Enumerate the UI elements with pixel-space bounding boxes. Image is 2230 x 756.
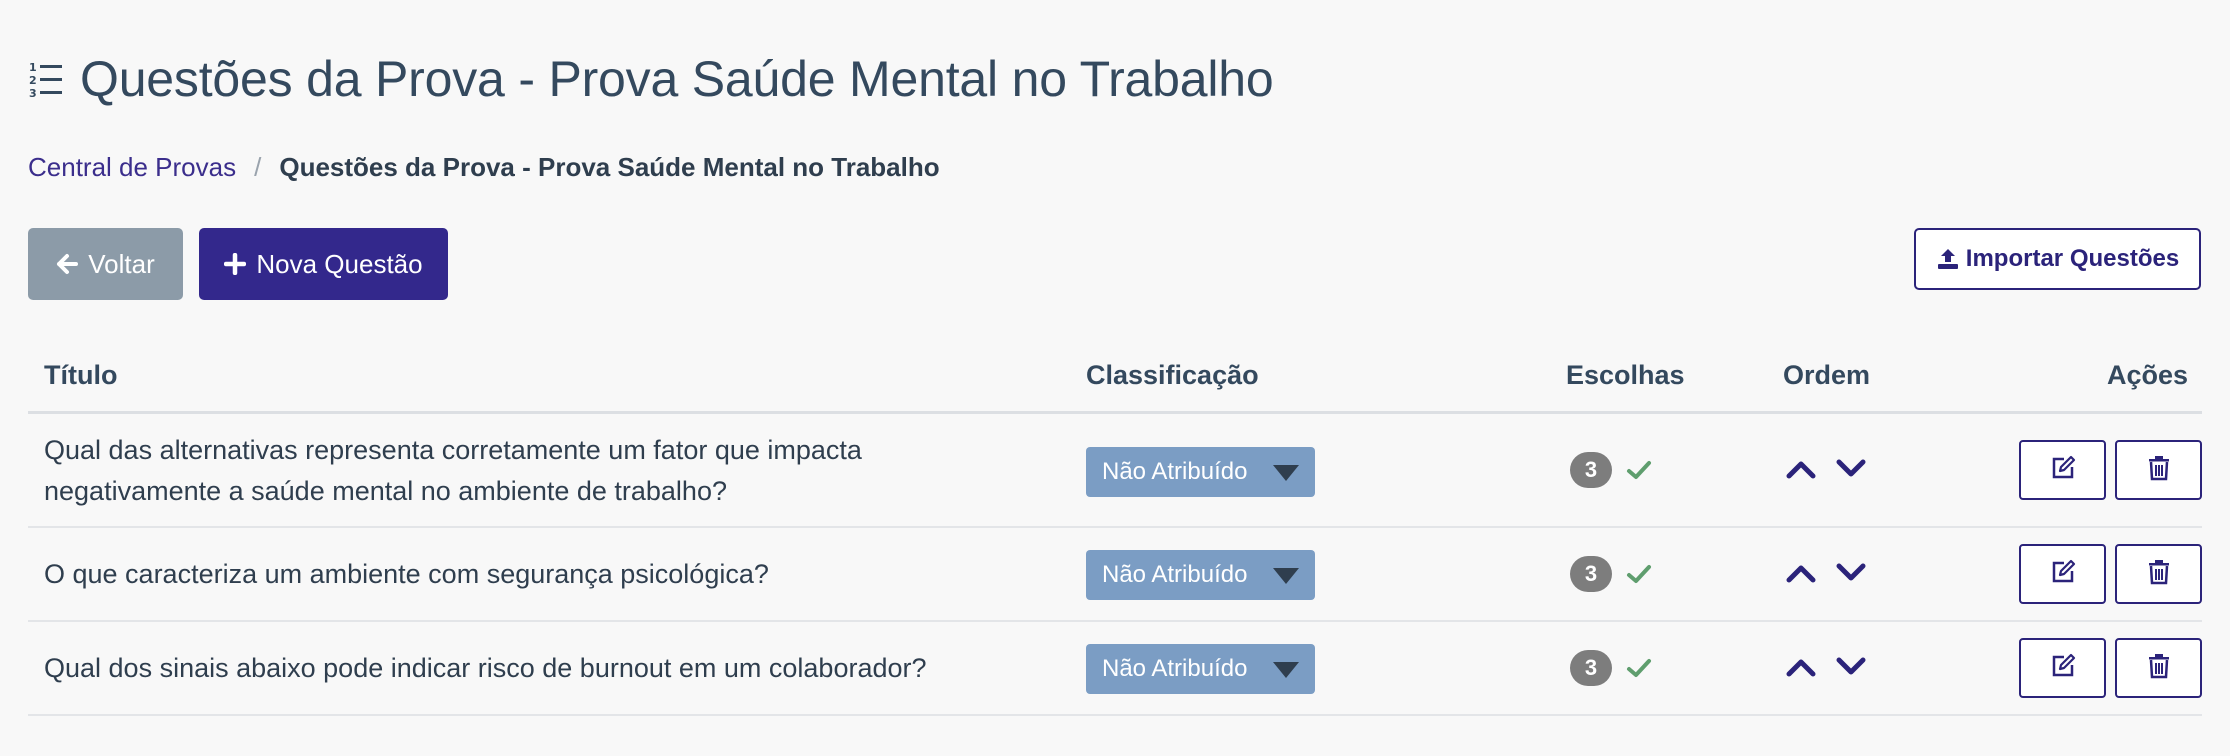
question-title: Qual dos sinais abaixo pode indicar risc… bbox=[44, 653, 927, 683]
classification-select[interactable]: Não Atribuído bbox=[1086, 550, 1315, 600]
move-up-icon[interactable] bbox=[1783, 454, 1819, 484]
caret-down-icon bbox=[1273, 662, 1299, 678]
new-question-button[interactable]: Nova Questão bbox=[199, 228, 448, 300]
caret-down-icon bbox=[1273, 568, 1299, 584]
page-header: 1 2 3 Questões da Prova - Prova Saúde Me… bbox=[28, 50, 1274, 108]
row-actions bbox=[2019, 638, 2202, 698]
row-actions bbox=[2019, 440, 2202, 500]
choices-cell: 3 bbox=[1570, 556, 1652, 592]
check-icon bbox=[1626, 459, 1652, 481]
table-row: O que caracteriza um ambiente com segura… bbox=[28, 528, 2202, 622]
back-button-label: Voltar bbox=[88, 248, 155, 279]
breadcrumb-link-central[interactable]: Central de Provas bbox=[28, 152, 236, 183]
page-title: Questões da Prova - Prova Saúde Mental n… bbox=[80, 51, 1274, 107]
caret-down-icon bbox=[1273, 465, 1299, 481]
table-row: Qual dos sinais abaixo pode indicar risc… bbox=[28, 622, 2202, 716]
questions-table: Título Classificação Escolhas Ordem Açõe… bbox=[28, 340, 2202, 716]
choices-count-badge: 3 bbox=[1570, 452, 1612, 488]
move-up-icon[interactable] bbox=[1783, 558, 1819, 588]
edit-button[interactable] bbox=[2019, 638, 2106, 698]
table-row: Qual das alternativas representa correta… bbox=[28, 414, 2202, 528]
choices-cell: 3 bbox=[1570, 650, 1652, 686]
svg-text:3: 3 bbox=[29, 87, 37, 99]
edit-icon bbox=[2050, 653, 2076, 684]
delete-button[interactable] bbox=[2115, 440, 2202, 500]
classification-value: Não Atribuído bbox=[1102, 458, 1248, 485]
edit-icon bbox=[2050, 455, 2076, 486]
page: 1 2 3 Questões da Prova - Prova Saúde Me… bbox=[0, 0, 2230, 756]
check-icon bbox=[1626, 657, 1652, 679]
column-header-actions: Ações bbox=[2106, 360, 2188, 390]
breadcrumb: Central de Provas / Questões da Prova - … bbox=[28, 152, 940, 183]
choices-count-badge: 3 bbox=[1570, 556, 1612, 592]
choices-cell: 3 bbox=[1570, 452, 1652, 488]
order-controls bbox=[1783, 454, 1869, 484]
new-question-button-label: Nova Questão bbox=[256, 248, 423, 279]
column-header-choices: Escolhas bbox=[1566, 360, 1685, 390]
classification-select[interactable]: Não Atribuído bbox=[1086, 447, 1315, 497]
order-controls bbox=[1783, 652, 1869, 682]
plus-icon bbox=[224, 253, 247, 275]
question-title: O que caracteriza um ambiente com segura… bbox=[44, 559, 769, 589]
import-questions-button-label: Importar Questões bbox=[1965, 245, 2180, 272]
upload-icon bbox=[1936, 247, 1960, 271]
move-down-icon[interactable] bbox=[1833, 454, 1869, 484]
column-header-classification: Classificação bbox=[1086, 360, 1259, 390]
breadcrumb-separator: / bbox=[254, 152, 262, 182]
svg-text:1: 1 bbox=[29, 61, 37, 74]
delete-button[interactable] bbox=[2115, 544, 2202, 604]
move-up-icon[interactable] bbox=[1783, 652, 1819, 682]
edit-button[interactable] bbox=[2019, 440, 2106, 500]
column-header-title: Título bbox=[44, 360, 118, 390]
move-down-icon[interactable] bbox=[1833, 558, 1869, 588]
edit-button[interactable] bbox=[2019, 544, 2106, 604]
check-icon bbox=[1626, 563, 1652, 585]
trash-icon bbox=[2147, 559, 2171, 590]
back-button[interactable]: Voltar bbox=[28, 228, 183, 300]
classification-value: Não Atribuído bbox=[1102, 655, 1248, 682]
trash-icon bbox=[2147, 653, 2171, 684]
question-title: Qual das alternativas representa correta… bbox=[44, 435, 862, 506]
trash-icon bbox=[2147, 455, 2171, 486]
column-header-order: Ordem bbox=[1783, 360, 1871, 390]
classification-value: Não Atribuído bbox=[1102, 561, 1248, 588]
list-ordered-icon: 1 2 3 bbox=[28, 57, 68, 101]
delete-button[interactable] bbox=[2115, 638, 2202, 698]
svg-text:2: 2 bbox=[29, 74, 37, 87]
classification-select[interactable]: Não Atribuído bbox=[1086, 644, 1315, 694]
choices-count-badge: 3 bbox=[1570, 650, 1612, 686]
import-questions-button[interactable]: Importar Questões bbox=[1914, 228, 2201, 290]
table-header: Título Classificação Escolhas Ordem Açõe… bbox=[28, 340, 2202, 414]
order-controls bbox=[1783, 558, 1869, 588]
row-actions bbox=[2019, 544, 2202, 604]
edit-icon bbox=[2050, 559, 2076, 590]
move-down-icon[interactable] bbox=[1833, 652, 1869, 682]
arrow-left-icon bbox=[56, 253, 79, 275]
breadcrumb-current: Questões da Prova - Prova Saúde Mental n… bbox=[279, 152, 940, 182]
